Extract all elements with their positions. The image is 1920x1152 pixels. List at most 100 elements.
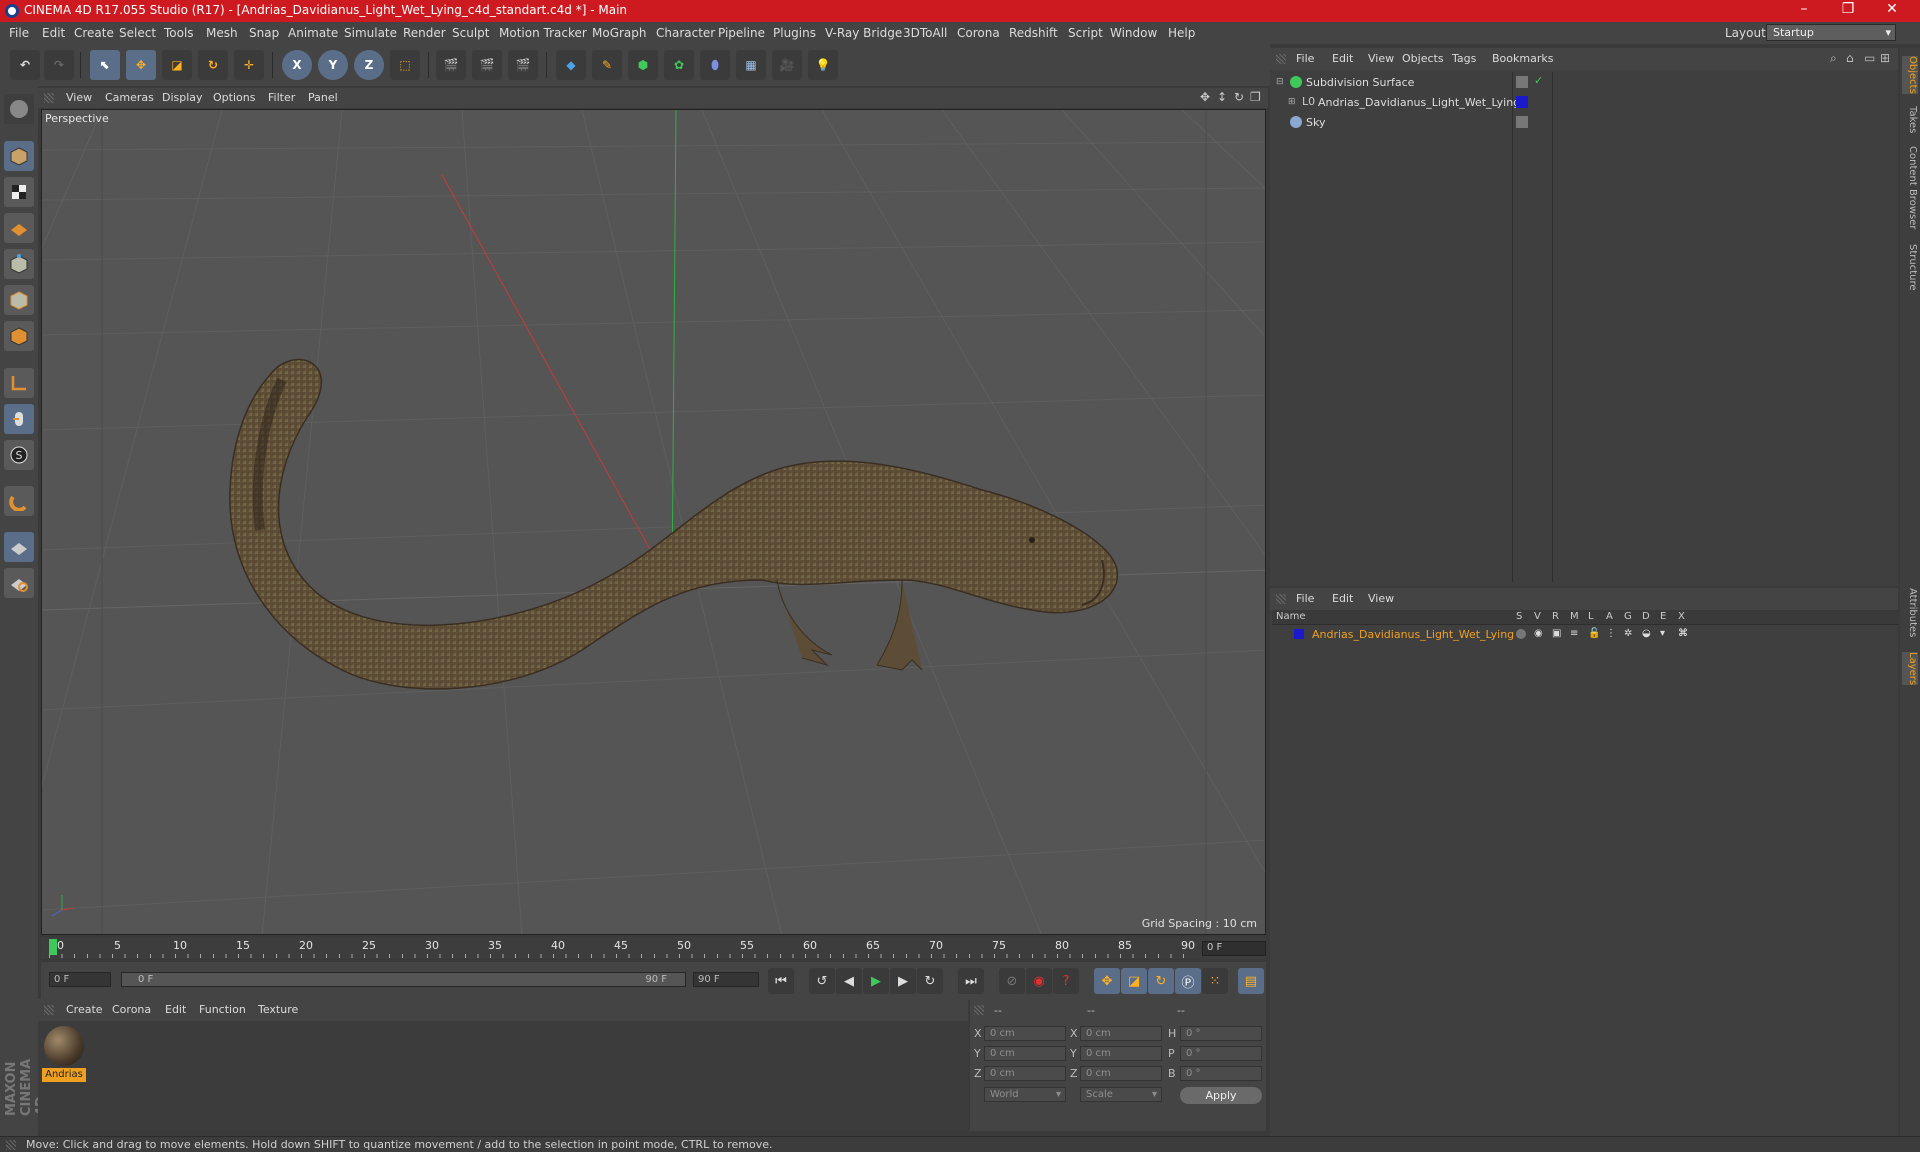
model-mode-icon[interactable]	[4, 141, 34, 171]
material-menu-function[interactable]: Function	[199, 1003, 246, 1016]
object-menu-bookmarks[interactable]: Bookmarks	[1492, 52, 1553, 65]
viewport-menu-panel[interactable]: Panel	[308, 91, 338, 104]
select-tool-icon[interactable]: ⬉	[90, 50, 120, 80]
layout-dropdown[interactable]: Startup ▾	[1766, 24, 1896, 41]
y-axis-lock-button[interactable]: Y	[318, 50, 348, 80]
minimize-button[interactable]: –	[1782, 1, 1826, 21]
rot-p-field[interactable]: 0 °	[1180, 1046, 1262, 1061]
viewport-maximize-icon[interactable]: ❐	[1250, 90, 1261, 104]
layer-solo-toggle[interactable]	[1516, 629, 1526, 639]
eye-icon[interactable]: ◉	[1534, 628, 1543, 639]
polygons-mode-icon[interactable]	[4, 321, 34, 351]
menu-animate[interactable]: Animate	[288, 26, 338, 40]
edges-mode-icon[interactable]	[4, 285, 34, 315]
move-tool-icon[interactable]: ✥	[126, 50, 156, 80]
expression-icon[interactable]: ▾	[1660, 628, 1665, 639]
pen-spline-icon[interactable]: ✎	[592, 50, 622, 80]
menu-simulate[interactable]: Simulate	[344, 26, 397, 40]
object-menu-edit[interactable]: Edit	[1332, 52, 1353, 65]
tab-objects[interactable]: Objects	[1902, 56, 1918, 94]
coordinate-mode-dropdown[interactable]: Scale ▾	[1080, 1087, 1162, 1102]
menu-redshift[interactable]: Redshift	[1009, 26, 1058, 40]
menu-render[interactable]: Render	[403, 26, 446, 40]
menu-pipeline[interactable]: Pipeline	[718, 26, 765, 40]
redo-icon[interactable]: ↷	[44, 50, 74, 80]
points-mode-icon[interactable]	[4, 249, 34, 279]
next-frame-icon[interactable]: ▶	[890, 968, 916, 994]
restore-button[interactable]: ❒	[1826, 1, 1870, 21]
rot-h-field[interactable]: 0 °	[1180, 1026, 1262, 1041]
rotate-tool-icon[interactable]: ↻	[198, 50, 228, 80]
size-y-field[interactable]: 0 cm	[1080, 1046, 1162, 1061]
object-menu-tags[interactable]: Tags	[1452, 52, 1476, 65]
lock-icon[interactable]: ▭	[1864, 51, 1875, 65]
cube-primitive-icon[interactable]: ◆	[556, 50, 586, 80]
menu-corona[interactable]: Corona	[957, 26, 1000, 40]
key-parameter-icon[interactable]: Ⓟ	[1175, 968, 1201, 994]
undo-icon[interactable]: ↶	[10, 50, 40, 80]
menu-character[interactable]: Character	[656, 26, 715, 40]
tweak-mode-icon[interactable]	[4, 404, 34, 434]
xref-icon[interactable]: ⌘	[1678, 628, 1688, 639]
generator-icon[interactable]: ✲	[1624, 628, 1632, 639]
object-visibility-icon[interactable]	[1516, 76, 1528, 88]
cloner-icon[interactable]: ✿	[664, 50, 694, 80]
material-swatch[interactable]: Andrias	[42, 1024, 86, 1082]
make-editable-icon[interactable]	[4, 94, 34, 124]
tab-attributes[interactable]: Attributes	[1902, 588, 1918, 637]
viewport-rotate-icon[interactable]: ↻	[1234, 90, 1244, 104]
menu-motion-tracker[interactable]: Motion Tracker	[499, 26, 587, 40]
render-icon[interactable]: ▣	[1552, 628, 1561, 639]
menu-file[interactable]: File	[9, 26, 29, 40]
expand-icon[interactable]: ⊞	[1288, 97, 1296, 107]
layer-menu-file[interactable]: File	[1296, 592, 1314, 605]
object-menu-view[interactable]: View	[1368, 52, 1394, 65]
workplane-align-icon[interactable]	[4, 568, 34, 598]
texture-mode-icon[interactable]	[4, 177, 34, 207]
next-key-icon[interactable]: ↻	[917, 968, 943, 994]
key-scale-icon[interactable]: ◪	[1121, 968, 1147, 994]
coordinate-system-icon[interactable]: ⬚	[390, 50, 420, 80]
axis-mode-icon[interactable]	[4, 368, 34, 398]
layer-row[interactable]: Andrias_Davidianus_Light_Wet_Lying ◉ ▣ ≡…	[1272, 627, 1898, 643]
viewport-menu-options[interactable]: Options	[213, 91, 255, 104]
viewport-menu-filter[interactable]: Filter	[268, 91, 295, 104]
scale-tool-icon[interactable]: ◪	[162, 50, 192, 80]
layer-color-icon[interactable]	[1516, 96, 1528, 108]
menu-3dtoall[interactable]: 3DToAll	[903, 26, 947, 40]
size-z-field[interactable]: 0 cm	[1080, 1066, 1162, 1081]
playhead-marker[interactable]	[49, 939, 57, 955]
floor-icon[interactable]: ▦	[736, 50, 766, 80]
3d-viewport[interactable]: Perspective Grid Spacing : 10 cm	[41, 109, 1266, 935]
start-frame-field[interactable]: 0 F	[49, 972, 111, 987]
menu-help[interactable]: Help	[1168, 26, 1195, 40]
close-button[interactable]: ✕	[1870, 1, 1914, 21]
tab-structure[interactable]: Structure	[1902, 244, 1918, 291]
search-icon[interactable]: ⌕	[1830, 51, 1837, 66]
lock-icon[interactable]: 🔓	[1588, 628, 1600, 639]
play-icon[interactable]: ▶	[863, 968, 889, 994]
x-axis-lock-button[interactable]: X	[282, 50, 312, 80]
timeline-ruler[interactable]: 0 5 10 15 20 25 30 35 40 45 50 55 60 65 …	[41, 937, 1266, 959]
tab-layers[interactable]: Layers	[1902, 652, 1918, 686]
object-visibility-icon[interactable]	[1516, 116, 1528, 128]
rot-b-field[interactable]: 0 °	[1180, 1066, 1262, 1081]
render-picture-viewer-icon[interactable]: 🎬	[472, 50, 502, 80]
go-to-end-icon[interactable]: ⏭	[958, 968, 984, 994]
viewport-menu-view[interactable]: View	[66, 91, 92, 104]
key-rotation-icon[interactable]: ↻	[1148, 968, 1174, 994]
manager-icon[interactable]: ≡	[1570, 628, 1578, 639]
previous-frame-icon[interactable]: ◀	[836, 968, 862, 994]
material-menu-corona[interactable]: Corona	[112, 1003, 151, 1016]
deformer-icon[interactable]: ⬮	[700, 50, 730, 80]
render-settings-icon[interactable]: 🎬	[508, 50, 538, 80]
home-icon[interactable]: ⌂	[1846, 51, 1854, 65]
tab-takes[interactable]: Takes	[1902, 106, 1918, 133]
tab-content-browser[interactable]: Content Browser	[1902, 146, 1918, 229]
record-keys-icon[interactable]: ⊘	[999, 968, 1025, 994]
menu-plugins[interactable]: Plugins	[773, 26, 816, 40]
object-row[interactable]: ⊟ Subdivision Surface ✓	[1272, 74, 1898, 93]
layer-color-swatch[interactable]	[1294, 629, 1304, 639]
viewport-zoom-icon[interactable]: ↕	[1217, 90, 1227, 104]
menu-create[interactable]: Create	[74, 26, 114, 40]
